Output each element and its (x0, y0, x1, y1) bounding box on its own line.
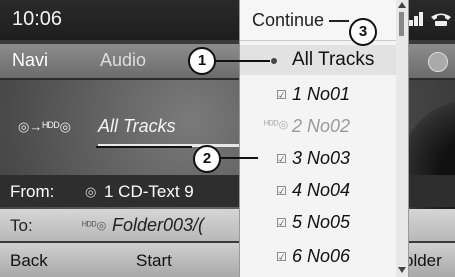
to-value: Folder003/( (112, 215, 205, 235)
menu-audio[interactable]: Audio (100, 50, 146, 71)
to-label: To: (10, 216, 33, 235)
cd-to-hdd-icon: ◎→ᴴᴰᴰ◎ (18, 119, 71, 134)
scroll-down-icon[interactable] (398, 267, 406, 273)
cd-icon: ◎ (85, 184, 97, 199)
menu-navi[interactable]: Navi (12, 50, 48, 71)
callout-leader (96, 146, 192, 148)
scrollbar[interactable] (396, 0, 409, 277)
track-label: 6 No06 (292, 246, 351, 266)
folder-button[interactable]: older (404, 251, 442, 271)
track-item[interactable]: ☑ 3 No03 (240, 143, 397, 173)
track-selection-list: Continue All Tracks ☑ 1 No01 ᴴᴰᴰ◎ 2 No02… (239, 0, 398, 277)
clock: 10:06 (12, 8, 63, 30)
hdd-icon: ᴴᴰᴰ◎ (264, 119, 289, 131)
track-item[interactable]: ☑ 4 No04 (240, 175, 397, 205)
phone-icon (431, 13, 451, 26)
callout-leader (329, 20, 349, 22)
hdd-icon: ᴴᴰᴰ◎ (82, 220, 107, 232)
checkbox-checked-icon: ☑ (276, 250, 287, 264)
continue-button[interactable]: Continue (252, 10, 324, 31)
callout-marker: 3 (349, 18, 377, 46)
callout-leader (214, 60, 270, 62)
signal-strength-icon (409, 12, 423, 26)
from-value: 1 CD-Text 9 (104, 182, 194, 201)
track-label: 5 No05 (292, 212, 351, 232)
media-screen: 10:06 Navi Audio ◎→ᴴᴰᴰ◎ All Tracks From:… (0, 0, 455, 277)
checkbox-checked-icon: ☑ (276, 184, 287, 198)
track-label: 4 No04 (292, 180, 351, 200)
track-title: All Tracks (98, 116, 176, 136)
callout-leader (218, 157, 258, 159)
scroll-up-icon[interactable] (398, 2, 406, 8)
track-label: 1 No01 (292, 84, 351, 104)
track-item: ᴴᴰᴰ◎ 2 No02 (240, 111, 397, 141)
back-button[interactable]: Back (10, 251, 48, 271)
globe-icon[interactable] (428, 52, 448, 72)
checkbox-checked-icon: ☑ (276, 216, 287, 230)
track-item[interactable]: ☑ 1 No01 (240, 79, 397, 109)
track-label: 2 No02 (292, 116, 351, 136)
start-button[interactable]: Start (136, 251, 172, 271)
callout-marker: 2 (193, 145, 221, 173)
track-item[interactable]: ☑ 5 No05 (240, 207, 397, 237)
track-label: 3 No03 (292, 148, 351, 168)
checkbox-checked-icon: ☑ (276, 88, 287, 102)
from-label: From: (10, 182, 55, 201)
callout-marker: 1 (188, 47, 216, 75)
checkbox-checked-icon: ☑ (276, 152, 287, 166)
track-item[interactable]: ☑ 6 No06 (240, 241, 397, 271)
radio-selected-icon (271, 58, 277, 64)
all-tracks-label: All Tracks (292, 49, 375, 70)
scroll-thumb[interactable] (399, 12, 404, 36)
